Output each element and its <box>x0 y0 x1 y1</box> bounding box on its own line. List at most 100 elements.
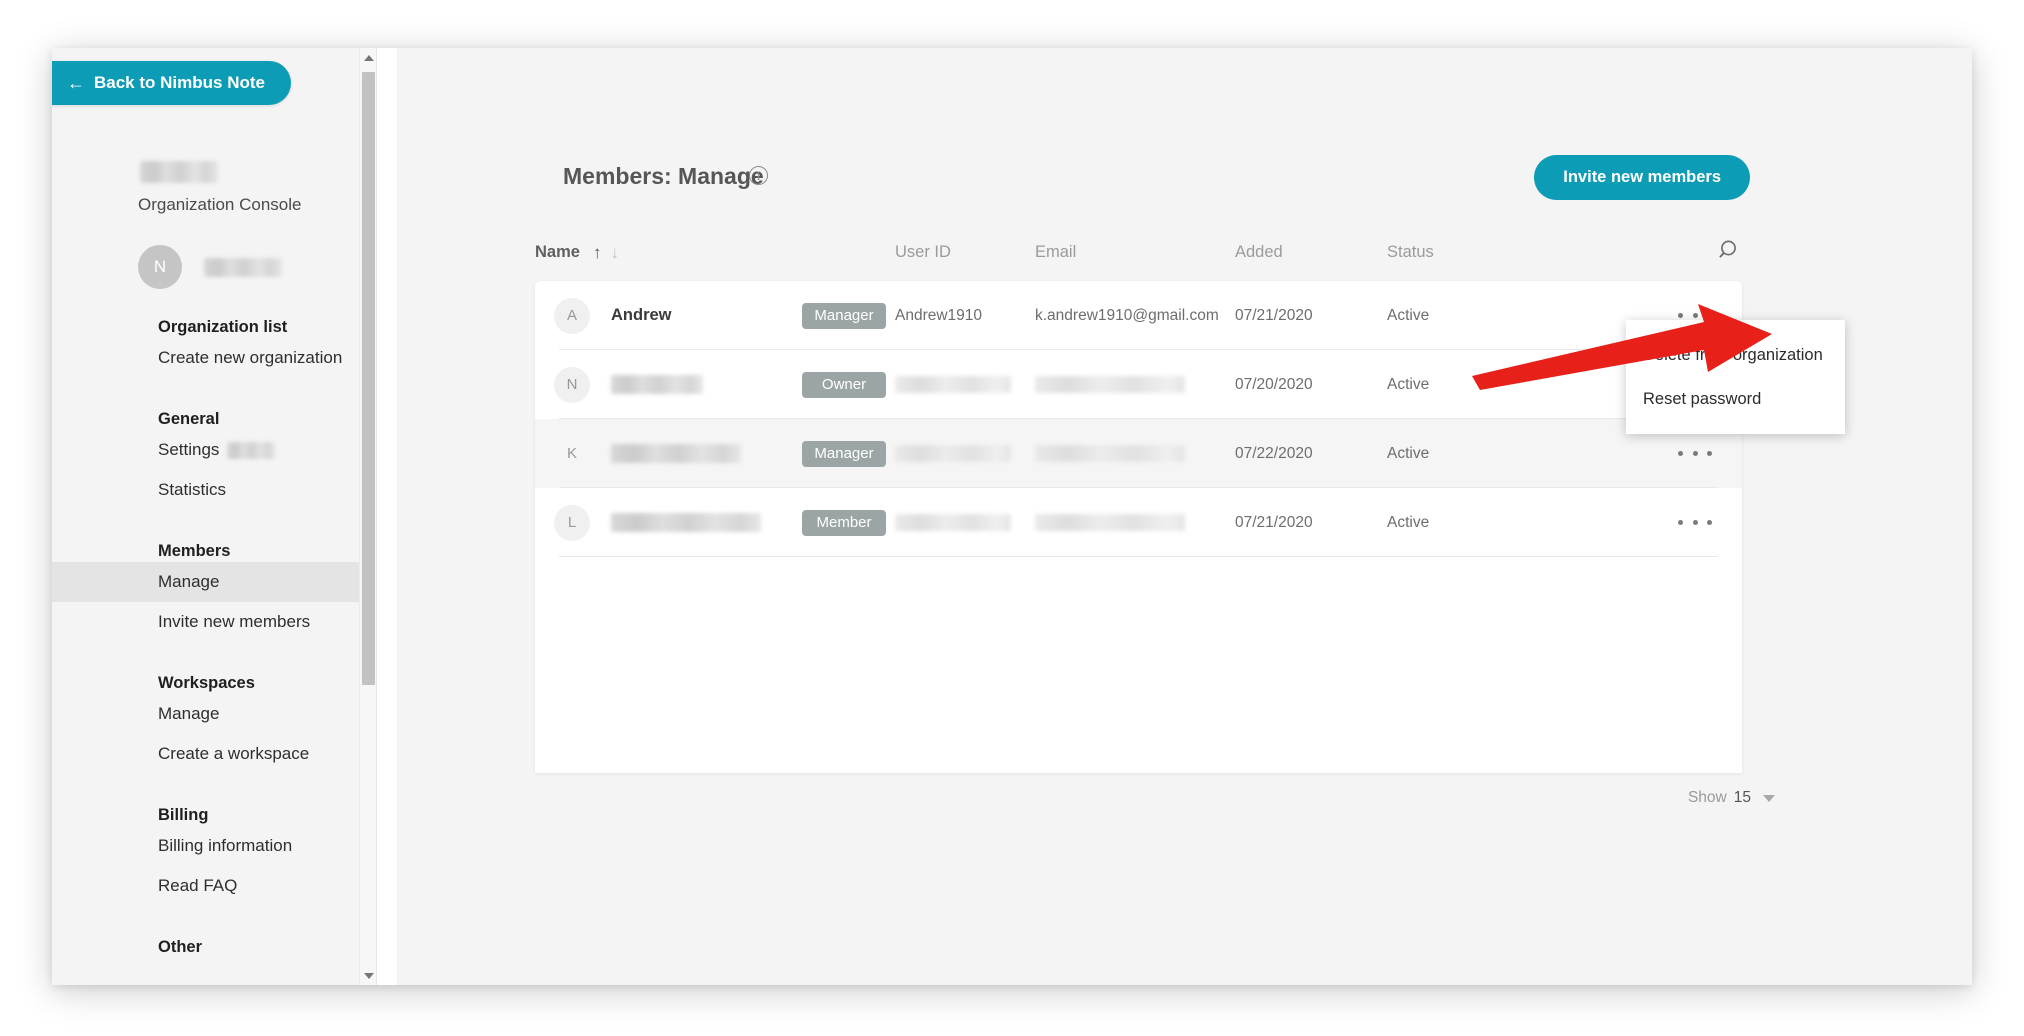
sidebar-section-heading: Workspaces <box>158 674 255 692</box>
sidebar-item-label: Create a workspace <box>158 744 310 763</box>
context-menu-item-delete-from-organization[interactable]: Delete from organization <box>1626 333 1845 377</box>
main-content: Members: Manage i Invite new members Nam… <box>397 48 1972 985</box>
column-header-user-id[interactable]: User ID <box>895 243 951 262</box>
member-added-date: 07/21/2020 <box>1235 513 1313 531</box>
member-email <box>1035 513 1185 532</box>
role-badge[interactable]: Member <box>802 509 886 536</box>
sidebar-item-manage[interactable]: Manage <box>52 694 397 734</box>
member-user-id <box>895 444 1011 463</box>
column-header-added[interactable]: Added <box>1235 243 1283 262</box>
invite-new-members-button[interactable]: Invite new members <box>1534 155 1750 200</box>
sidebar-section-other: Other <box>52 936 397 958</box>
avatar: N <box>554 366 590 403</box>
member-user-id-redacted <box>895 375 1011 393</box>
scroll-up-arrow-icon[interactable] <box>360 48 377 67</box>
sidebar-item-manage[interactable]: Manage <box>52 562 397 602</box>
column-header-status[interactable]: Status <box>1387 243 1434 262</box>
sidebar-item-statistics[interactable]: Statistics <box>52 470 397 510</box>
member-name <box>611 444 741 464</box>
sidebar-section-billing: Billing Billing information Read FAQ <box>52 804 397 906</box>
sidebar-item-label: Manage <box>158 572 220 591</box>
status-badge: Active <box>1387 375 1430 393</box>
sidebar-item-billing-information[interactable]: Billing information <box>52 826 397 866</box>
sidebar-item-create-a-workspace[interactable]: Create a workspace <box>52 734 397 774</box>
back-arrow-icon: ← <box>67 73 85 93</box>
status-badge: Active <box>1387 513 1430 531</box>
status-badge: Active <box>1387 444 1430 462</box>
sidebar-section-organization-list: Organization list Create new organization <box>52 316 397 378</box>
table-row[interactable]: L Member 07/21/2020 Active <box>535 488 1742 557</box>
role-badge[interactable]: Manager <box>802 302 886 329</box>
row-context-menu: Delete from organization Reset password <box>1626 320 1845 434</box>
back-to-nimbus-note-button[interactable]: ← Back to Nimbus Note <box>52 61 291 105</box>
sidebar-item-create-new-organization[interactable]: Create new organization <box>52 338 397 378</box>
page-title: Members: Manage <box>563 163 764 189</box>
rows-per-page-selector[interactable]: Show 15 <box>1688 789 1775 807</box>
column-header-name[interactable]: Name ↑ ↓ <box>535 243 619 262</box>
sidebar-item-read-faq[interactable]: Read FAQ <box>52 866 397 906</box>
members-table-body: A Andrew Manager Andrew1910 k.andrew1910@gma… <box>535 281 1742 557</box>
member-user-id-redacted <box>895 444 1011 462</box>
organization-logo-redacted <box>140 161 218 183</box>
current-user-row[interactable]: N <box>138 245 282 289</box>
member-added-date: 07/20/2020 <box>1235 375 1313 393</box>
row-actions-menu-icon[interactable] <box>1678 512 1712 534</box>
sidebar-section-heading: Members <box>158 542 231 560</box>
scroll-down-arrow-icon[interactable] <box>360 966 377 985</box>
organization-console-label: Organization Console <box>138 195 302 214</box>
sidebar-section-heading: Billing <box>158 806 209 824</box>
sidebar-section-general: General Settings Statistics <box>52 408 397 510</box>
member-user-id <box>895 375 1011 394</box>
show-count: 15 <box>1733 789 1751 806</box>
avatar: N <box>138 245 182 289</box>
member-name <box>611 375 703 395</box>
role-badge[interactable]: Manager <box>802 440 886 467</box>
member-user-id <box>895 513 1011 532</box>
sidebar-divider <box>376 48 397 985</box>
member-user-id: Andrew1910 <box>895 306 983 324</box>
member-added-date: 07/21/2020 <box>1235 306 1313 324</box>
sidebar-section-heading: General <box>158 410 220 428</box>
current-user-name-redacted <box>204 257 282 277</box>
show-label: Show <box>1687 789 1727 806</box>
table-row[interactable]: K Manager 07/22/2020 Active <box>535 419 1742 488</box>
column-header-name-label: Name <box>535 243 580 261</box>
sidebar-item-settings[interactable]: Settings <box>52 430 397 470</box>
sidebar-item-label: Invite new members <box>158 612 311 631</box>
sidebar-section-members: Members Manage Invite new members <box>52 540 397 642</box>
sort-descending-icon[interactable]: ↓ <box>610 244 619 261</box>
avatar: A <box>554 297 590 334</box>
member-name-redacted <box>611 375 703 395</box>
sidebar-scrollbar[interactable] <box>359 48 376 985</box>
status-badge: Active <box>1387 306 1430 324</box>
sidebar-item-invite-new-members[interactable]: Invite new members <box>52 602 397 642</box>
sidebar-section-heading: Organization list <box>158 318 288 336</box>
member-name-redacted <box>611 444 741 464</box>
sidebar-item-label: Read FAQ <box>158 876 238 895</box>
sidebar-item-value-redacted <box>227 442 276 460</box>
member-email-redacted <box>1035 375 1185 393</box>
screenshot-root: ← Back to Nimbus Note Organization Conso… <box>0 0 2024 1036</box>
member-user-id-redacted <box>895 513 1011 531</box>
role-badge[interactable]: Owner <box>802 371 886 398</box>
sidebar-section-heading: Other <box>158 938 203 956</box>
table-row[interactable]: A Andrew Manager Andrew1910 k.andrew1910@gma… <box>535 281 1742 350</box>
info-icon[interactable]: i <box>749 166 768 185</box>
sidebar-section-workspaces: Workspaces Manage Create a workspace <box>52 672 397 774</box>
member-email <box>1035 444 1185 463</box>
sort-ascending-icon[interactable]: ↑ <box>593 244 602 261</box>
row-actions-menu-icon[interactable] <box>1678 443 1712 465</box>
member-name: Andrew <box>611 306 672 324</box>
column-header-email[interactable]: Email <box>1035 243 1076 262</box>
table-row[interactable]: N Owner 07/20/2020 Active <box>535 350 1742 419</box>
scrollbar-thumb[interactable] <box>362 72 375 685</box>
avatar: K <box>566 445 577 462</box>
member-email: k.andrew1910@gmail.com <box>1035 306 1219 324</box>
context-menu-item-reset-password[interactable]: Reset password <box>1626 377 1845 421</box>
search-icon[interactable] <box>1716 237 1742 263</box>
table-header-row: Name ↑ ↓ User ID Email Added Status <box>535 240 1742 285</box>
row-divider <box>559 556 1718 557</box>
chevron-down-icon[interactable] <box>1763 794 1775 802</box>
back-button-label: Back to Nimbus Note <box>94 73 265 92</box>
sidebar-item-label: Create new organization <box>158 348 343 367</box>
